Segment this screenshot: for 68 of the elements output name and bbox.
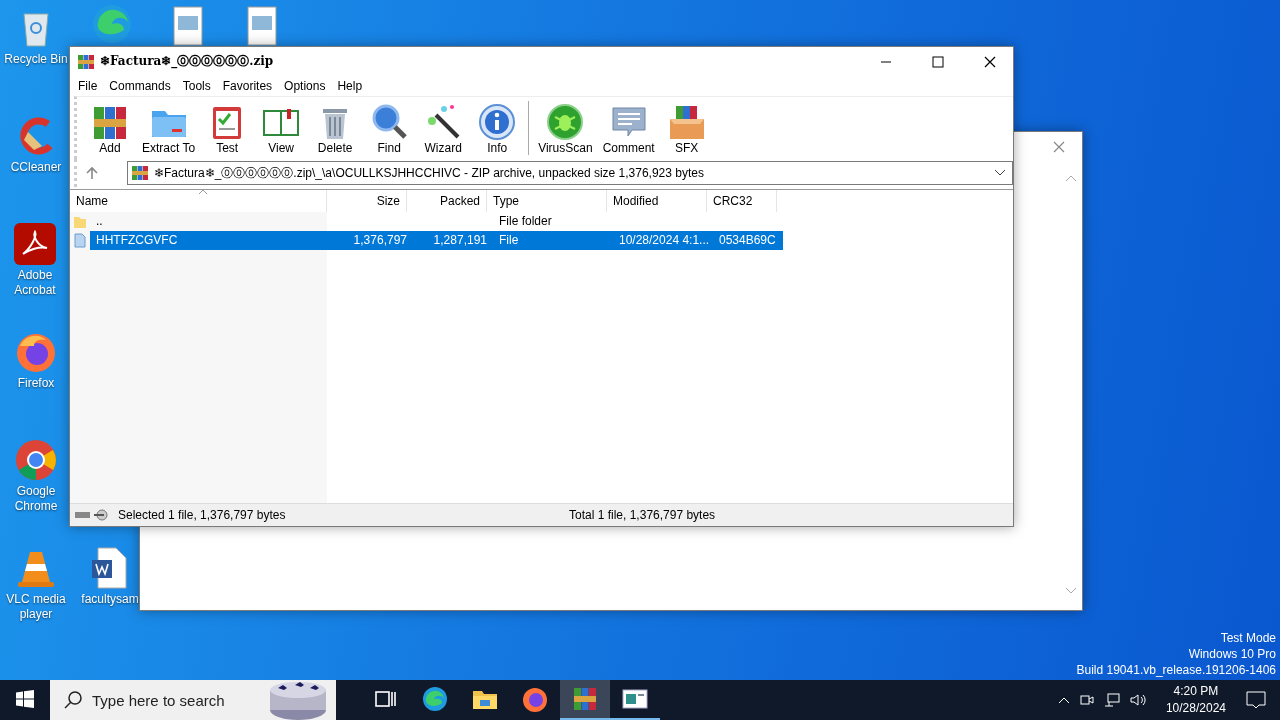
search-icon <box>64 691 82 709</box>
toolbar-button[interactable]: View <box>254 103 309 159</box>
table-cell[interactable]: HHTFZCGVFC <box>90 231 333 250</box>
table-cell: 1,287,191 <box>413 231 493 250</box>
menu-item[interactable]: Tools <box>176 79 217 93</box>
table-cell: File <box>493 231 613 250</box>
speaker-icon[interactable] <box>1129 693 1146 707</box>
toolbar-button[interactable]: Info <box>470 103 525 159</box>
toolbar-button[interactable]: VirusScan <box>533 103 598 159</box>
clock[interactable]: 4:20 PM 10/28/2024 <box>1155 683 1236 717</box>
system-watermark-text: Windows 10 Pro <box>1188 646 1276 662</box>
info-icon <box>478 103 517 141</box>
app-window-icon <box>622 688 648 710</box>
desktop-icon-label[interactable]: facultysam <box>81 592 139 607</box>
network-icon[interactable] <box>1103 693 1120 707</box>
column-header[interactable]: CRC32 <box>707 190 777 212</box>
column-header[interactable]: Size <box>327 190 407 212</box>
browser-icon <box>90 2 134 46</box>
books-icon <box>572 686 598 712</box>
task-view-icon <box>374 689 396 709</box>
column-header[interactable]: Name <box>70 190 327 212</box>
pdf-icon <box>13 222 57 266</box>
menu-item[interactable]: Favorites <box>216 79 279 93</box>
drive-icon <box>74 509 110 521</box>
chevron-down-icon <box>994 169 1006 177</box>
bug-icon <box>546 103 585 141</box>
toolbar-button[interactable]: Test <box>200 103 255 159</box>
folder-icon <box>73 214 87 229</box>
column-header[interactable]: Type <box>487 190 607 212</box>
file-icon <box>73 233 87 248</box>
menu-item[interactable]: Commands <box>103 79 177 93</box>
books-icon <box>78 53 94 70</box>
window-title: ❄Factura❄_⓪⓪⓪⓪⓪⓪.zip <box>100 53 275 70</box>
toolbar-button[interactable]: Find <box>362 103 417 159</box>
address-field[interactable]: ❄Factura❄_⓪⓪⓪⓪⓪⓪.zip\_\a\OCULLKSJHHCCHIVC - ZIP archive, unpacked size 1,376,923 bytes <box>127 161 1013 185</box>
column-header[interactable]: Modified <box>607 190 707 212</box>
system-watermark-text: Test Mode <box>1220 630 1276 646</box>
browser-icon <box>422 686 448 712</box>
table-cell: 1,376,797 <box>333 231 413 250</box>
status-text: Total 1 file, 1,376,797 bytes <box>569 508 716 522</box>
table-cell: 10/28/2024 4:1... <box>613 231 713 250</box>
firefox-icon <box>522 686 548 712</box>
menu-item[interactable]: Help <box>331 79 369 93</box>
toolbar-button[interactable]: Wizard <box>416 103 471 159</box>
search-field[interactable]: Type here to search <box>50 680 268 720</box>
system-watermark-text: Build 19041.vb_release.191206-1406 <box>1076 662 1276 678</box>
menu-item[interactable]: Options <box>278 79 332 93</box>
table-cell[interactable]: .. <box>90 212 333 231</box>
table-cell: 0534B69C <box>713 231 783 250</box>
toolbar-button[interactable]: Delete <box>308 103 363 159</box>
toolbar-button[interactable]: Comment <box>597 103 660 159</box>
toolbar-button[interactable]: SFX <box>659 103 714 159</box>
notification-icon[interactable] <box>1246 691 1266 709</box>
column-header[interactable]: Packed <box>407 190 487 212</box>
toolbar-button[interactable]: Extract To <box>137 103 201 159</box>
camera-icon[interactable] <box>1079 693 1094 707</box>
status-text: Selected 1 file, 1,376,797 bytes <box>118 508 287 522</box>
menu-item[interactable]: File <box>72 79 104 93</box>
chevron-up-icon[interactable] <box>1057 696 1070 704</box>
windows-logo-icon <box>16 690 34 708</box>
table-cell-text: File folder <box>498 213 553 230</box>
chrome-icon <box>14 438 58 482</box>
toolbar-button[interactable]: Add <box>83 103 137 159</box>
books-icon <box>132 165 148 181</box>
box-icon <box>667 103 706 141</box>
folder-icon <box>472 688 498 710</box>
magnifier-icon <box>370 103 409 141</box>
up-arrow-icon[interactable] <box>85 166 99 180</box>
